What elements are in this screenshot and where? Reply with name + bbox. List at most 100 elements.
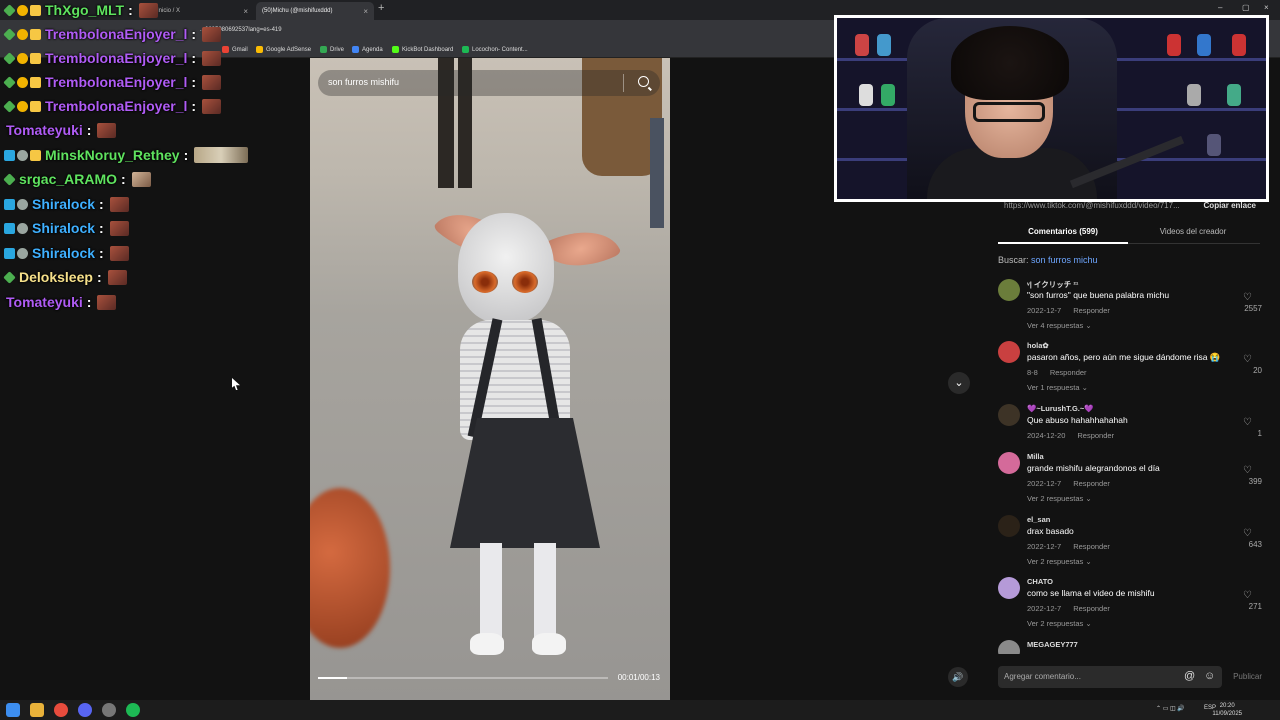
comments-tabs: Comentarios (599) Videos del creador xyxy=(998,222,1260,244)
spotify-icon[interactable] xyxy=(126,703,140,717)
chat-badge-icon xyxy=(3,75,16,89)
comment-username[interactable]: el_san xyxy=(1027,515,1050,524)
avatar[interactable] xyxy=(998,279,1020,301)
heart-icon[interactable]: ♡ xyxy=(1243,590,1252,601)
heart-icon[interactable]: ♡ xyxy=(1243,354,1252,365)
figure-toy xyxy=(1232,34,1246,56)
avatar[interactable] xyxy=(998,515,1020,537)
maximize-icon[interactable]: ▢ xyxy=(1242,3,1250,12)
close-window-icon[interactable]: × xyxy=(1264,3,1269,12)
chat-message: TrembolonaEnjoyer_l: xyxy=(3,48,222,68)
bookmark-locochon[interactable]: Locochon- Content... xyxy=(462,46,528,53)
reply-button[interactable]: Responder xyxy=(1077,431,1114,440)
chat-message: Shiralock: xyxy=(4,218,129,238)
bookmark-agenda[interactable]: Agenda xyxy=(352,46,383,53)
chat-username[interactable]: Shiralock xyxy=(32,196,95,212)
chat-username[interactable]: MinskNoruy_Rethey xyxy=(45,147,180,163)
volume-icon[interactable]: 🔊 xyxy=(948,667,968,687)
search-term-link[interactable]: son furros michu xyxy=(1031,255,1098,265)
comment-text: grande mishifu alegrandonos el día xyxy=(1027,463,1160,473)
chat-message: Tomateyuki: xyxy=(4,120,117,140)
chat-username[interactable]: TrembolonaEnjoyer_l xyxy=(45,50,187,66)
reply-button[interactable]: Responder xyxy=(1073,542,1110,551)
emoji-icon[interactable]: ☺ xyxy=(1204,670,1215,682)
add-comment-input[interactable]: Agregar comentario... @ ☺ xyxy=(998,666,1222,688)
comment-item: Milla grande mishifu alegrandonos el día 2… xyxy=(998,452,1262,512)
mention-icon[interactable]: @ xyxy=(1184,670,1195,682)
chat-username[interactable]: TrembolonaEnjoyer_l xyxy=(45,74,187,90)
avatar[interactable] xyxy=(998,404,1020,426)
chat-username[interactable]: TrembolonaEnjoyer_l xyxy=(45,98,187,114)
chat-message: TrembolonaEnjoyer_l: xyxy=(3,24,222,44)
video-player[interactable]: son furros mishifu 00:01/00:13 xyxy=(310,58,670,700)
comment-date: 2022-12-7 xyxy=(1027,604,1062,613)
new-tab-icon[interactable]: + xyxy=(378,2,384,14)
chat-username[interactable]: Tomateyuki xyxy=(6,294,83,310)
comment-username[interactable]: hola✿ xyxy=(1027,341,1049,350)
bookmark-kickbot[interactable]: KickBot Dashboard xyxy=(392,46,453,53)
reply-button[interactable]: Responder xyxy=(1073,604,1110,613)
figure-toy xyxy=(877,34,891,56)
view-replies-button[interactable]: Ver 2 respuestas ⌄ xyxy=(1027,557,1092,566)
chat-username[interactable]: Shiralock xyxy=(32,245,95,261)
heart-icon[interactable]: ♡ xyxy=(1243,465,1252,476)
chat-username[interactable]: srgac_ARAMO xyxy=(19,171,117,187)
video-link[interactable]: https://www.tiktok.com/@mishifuxddd/vide… xyxy=(1004,201,1180,210)
tray-icons[interactable]: ⌃ ▭ ◫ 🔊 xyxy=(1156,705,1185,712)
reply-button[interactable]: Responder xyxy=(1073,306,1110,315)
chat-badge-icon xyxy=(3,51,16,65)
avatar[interactable] xyxy=(998,452,1020,474)
avatar[interactable] xyxy=(998,640,1020,654)
heart-icon[interactable]: ♡ xyxy=(1243,417,1252,428)
reply-button[interactable]: Responder xyxy=(1073,479,1110,488)
reply-button[interactable]: Responder xyxy=(1050,368,1087,377)
publish-button[interactable]: Publicar xyxy=(1233,672,1262,681)
chat-username[interactable]: Deloksleep xyxy=(19,269,93,285)
chat-username[interactable]: ThXgo_MLT xyxy=(45,2,124,18)
windows-start-icon[interactable] xyxy=(6,703,20,717)
tab-comments[interactable]: Comentarios (599) xyxy=(998,227,1128,236)
avatar[interactable] xyxy=(998,577,1020,599)
chrome-icon[interactable] xyxy=(54,703,68,717)
heart-icon[interactable]: ♡ xyxy=(1243,528,1252,539)
comment-username[interactable]: ᵛ| イクリッチ ²¹ xyxy=(1027,279,1078,290)
chat-badge-icon xyxy=(17,100,28,112)
figure-toy xyxy=(1187,84,1201,106)
obs-icon[interactable] xyxy=(102,703,116,717)
minimize-icon[interactable]: – xyxy=(1218,3,1222,12)
comment-date: 2022-12-7 xyxy=(1027,542,1062,551)
chat-username[interactable]: Tomateyuki xyxy=(6,122,83,138)
file-explorer-icon[interactable] xyxy=(30,703,44,717)
comment-search-suggestion[interactable]: Buscar: son furros michu xyxy=(998,255,1098,265)
clock[interactable]: 20:20 11/09/2025 xyxy=(1212,702,1242,718)
chat-separator: : xyxy=(86,294,92,310)
search-icon[interactable] xyxy=(638,76,649,87)
avatar[interactable] xyxy=(998,341,1020,363)
copy-link-button[interactable]: Copiar enlace xyxy=(1204,201,1256,210)
heart-icon[interactable]: ♡ xyxy=(1243,292,1252,303)
view-replies-button[interactable]: Ver 2 respuestas ⌄ xyxy=(1027,619,1092,628)
chat-separator: : xyxy=(191,98,197,114)
comment-text: drax basado xyxy=(1027,526,1074,536)
bookmark-icon xyxy=(462,46,469,53)
view-replies-button[interactable]: Ver 4 respuestas ⌄ xyxy=(1027,321,1092,330)
chat-username[interactable]: TrembolonaEnjoyer_l xyxy=(45,26,187,42)
creature-shoe xyxy=(470,633,504,655)
close-tab-icon[interactable]: × xyxy=(363,7,368,16)
chevron-down-icon[interactable]: ⌄ xyxy=(948,372,970,394)
view-replies-button[interactable]: Ver 2 respuestas ⌄ xyxy=(1027,494,1092,503)
comment-username[interactable]: Milla xyxy=(1027,452,1044,461)
comment-username[interactable]: CHATO xyxy=(1027,577,1053,586)
chat-message: ThXgo_MLT: xyxy=(3,0,158,20)
video-progress-bar[interactable] xyxy=(318,677,608,679)
discord-icon[interactable] xyxy=(78,703,92,717)
tab-creator-videos[interactable]: Videos del creador xyxy=(1128,227,1258,236)
comment-username[interactable]: 💜~LurushT.G.~💜 xyxy=(1027,404,1094,413)
chat-username[interactable]: Shiralock xyxy=(32,220,95,236)
video-search-bar[interactable]: son furros mishifu xyxy=(318,70,660,96)
chat-badge-icon xyxy=(17,76,28,88)
bookmark-drive[interactable]: Drive xyxy=(320,46,344,53)
figure-toy xyxy=(881,84,895,106)
comment-username[interactable]: MEGAGEY777 xyxy=(1027,640,1078,649)
view-replies-button[interactable]: Ver 1 respuesta ⌄ xyxy=(1027,383,1088,392)
